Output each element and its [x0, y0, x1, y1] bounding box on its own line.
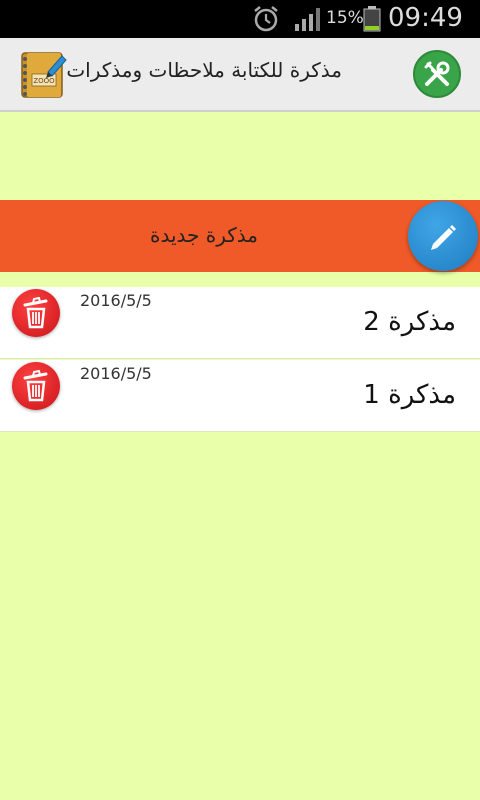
list-item[interactable]: 2016/5/5 مذكرة 2 — [0, 287, 480, 359]
alarm-icon — [254, 6, 278, 32]
status-clock: 09:49 — [388, 3, 463, 33]
pencil-icon — [431, 225, 456, 250]
battery-percent: 15% — [326, 8, 364, 28]
app-title: مذكرة للكتابة ملاحظات ومذكرات — [66, 58, 342, 82]
trash-icon — [23, 297, 48, 329]
new-note-label: مذكرة جديدة — [150, 223, 259, 247]
status-bar: 15% 09:49 — [0, 0, 480, 38]
list-item[interactable]: 2016/5/5 مذكرة 1 — [0, 360, 480, 432]
tools-icon — [424, 61, 450, 86]
note-title: مذكرة 1 — [363, 380, 456, 410]
trash-icon — [23, 370, 48, 402]
app-bar: ZOOO مذكرة للكتابة ملاحظات ومذكرات — [0, 38, 480, 112]
app-icon-label: ZOOO — [33, 77, 55, 85]
new-note-button[interactable] — [408, 201, 478, 271]
settings-button[interactable] — [413, 50, 461, 98]
delete-note-button[interactable] — [12, 362, 60, 410]
signal-icon — [295, 8, 320, 31]
battery-icon — [363, 6, 381, 32]
note-title: مذكرة 2 — [363, 307, 456, 337]
note-date: 2016/5/5 — [80, 364, 152, 383]
note-date: 2016/5/5 — [80, 291, 152, 310]
delete-note-button[interactable] — [12, 289, 60, 337]
notebook-pen-icon[interactable]: ZOOO — [18, 50, 68, 100]
